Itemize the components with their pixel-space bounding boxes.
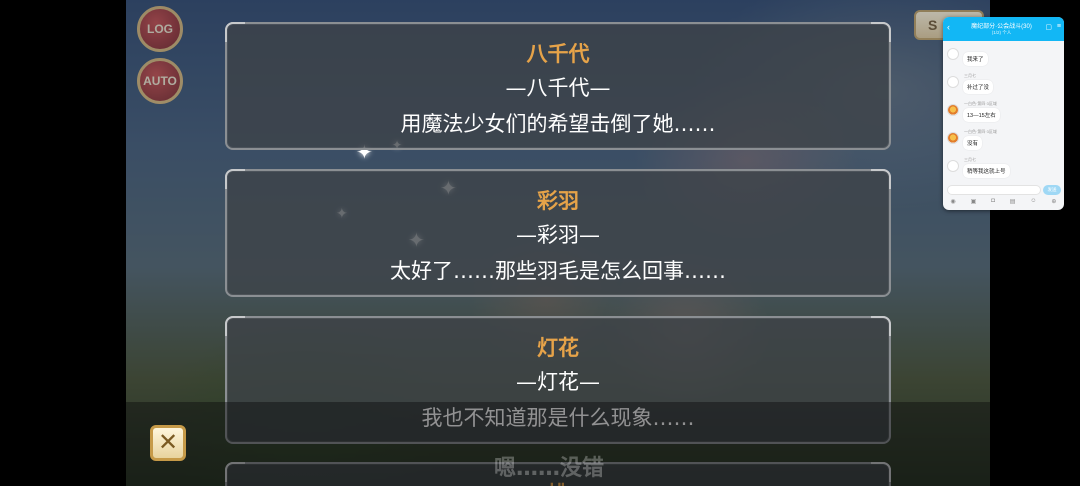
- log-entry: 彩羽 —彩羽— 太好了……那些羽毛是怎么回事……: [225, 169, 891, 297]
- avatar[interactable]: [947, 76, 959, 88]
- speaker-name: 八千代: [526, 42, 590, 66]
- chat-subtitle: (1/2) 个人: [991, 30, 1012, 35]
- avatar[interactable]: [947, 48, 959, 60]
- auto-button[interactable]: AUTO: [137, 58, 183, 104]
- red-packet-icon[interactable]: ▤: [1010, 198, 1016, 208]
- minimize-icon[interactable]: ▢: [1045, 23, 1052, 31]
- chat-header: ‹ 魔纪部分·公会战斗(30) (1/2) 个人 ▢ ≡: [943, 17, 1064, 41]
- dialogue-line: —八千代—: [505, 76, 611, 100]
- back-icon[interactable]: ‹: [947, 22, 950, 32]
- message-meta: 三月七: [964, 157, 976, 162]
- speaker-name: 彩羽: [537, 189, 579, 213]
- log-entry: 灯花 —灯花— 我也不知道那是什么现象……: [225, 316, 891, 444]
- emoji-icon[interactable]: ☺: [1030, 198, 1036, 208]
- chat-message-input[interactable]: [947, 185, 1041, 195]
- message-meta: 一白色·第四·3区域: [964, 101, 997, 106]
- message-bubble: 稍等我这就上号: [963, 164, 1010, 178]
- log-button[interactable]: LOG: [137, 6, 183, 52]
- chat-message: 三月七 补过了没: [947, 73, 1062, 101]
- chat-title: 魔纪部分·公会战斗(30): [971, 24, 1032, 30]
- speaker-name: 灯花: [537, 336, 579, 360]
- send-button[interactable]: 发送: [1043, 185, 1061, 195]
- chat-input-row: 发送: [943, 184, 1064, 196]
- dialogue-line: 太好了……那些羽毛是怎么回事……: [390, 259, 726, 283]
- more-icon[interactable]: ⊕: [1051, 198, 1056, 208]
- dialogue-text-behind: 嗯……没错: [494, 456, 605, 481]
- dialogue-line: —灯花—: [516, 370, 600, 394]
- chat-message: 三月七 稍等我这就上号: [947, 157, 1062, 185]
- close-button[interactable]: ✕: [150, 425, 186, 461]
- camera-icon[interactable]: ◘: [991, 198, 995, 208]
- message-bubble: 没有: [963, 136, 983, 150]
- image-icon[interactable]: ▣: [971, 198, 977, 208]
- message-meta: 一白色·第四·3区域: [964, 129, 997, 134]
- message-bubble: 我来了: [963, 52, 988, 66]
- message-bubble: 补过了没: [963, 80, 994, 94]
- chat-message: 一白色·第四·3区域 13—15左右: [947, 101, 1062, 129]
- microphone-icon[interactable]: ◉: [950, 198, 955, 208]
- letterbox-left: [0, 0, 126, 486]
- chat-message: 一白色·第四·3区域 没有: [947, 129, 1062, 157]
- avatar[interactable]: [947, 104, 959, 116]
- chat-message: 我来了: [947, 45, 1062, 73]
- message-meta: 三月七: [964, 73, 976, 78]
- avatar[interactable]: [947, 132, 959, 144]
- chat-message-list[interactable]: 我来了 三月七 补过了没 一白色·第四·3区域 13—15左右 一白色·第四·3…: [943, 41, 1064, 184]
- log-entry: 八千代 —八千代— 用魔法少女们的希望击倒了她……: [225, 22, 891, 150]
- message-bubble: 13—15左右: [963, 108, 1000, 122]
- dialogue-line: —彩羽—: [516, 223, 600, 247]
- chat-toolbar: ◉ ▣ ◘ ▤ ☺ ⊕: [943, 198, 1064, 208]
- dialogue-line: 我也不知道那是什么现象……: [421, 406, 695, 430]
- menu-icon[interactable]: ≡: [1057, 23, 1061, 30]
- dialogue-line: 用魔法少女们的希望击倒了她……: [400, 112, 716, 136]
- floating-chat-window: ‹ 魔纪部分·公会战斗(30) (1/2) 个人 ▢ ≡ 我来了 三月七 补过了…: [943, 17, 1064, 210]
- avatar[interactable]: [947, 160, 959, 172]
